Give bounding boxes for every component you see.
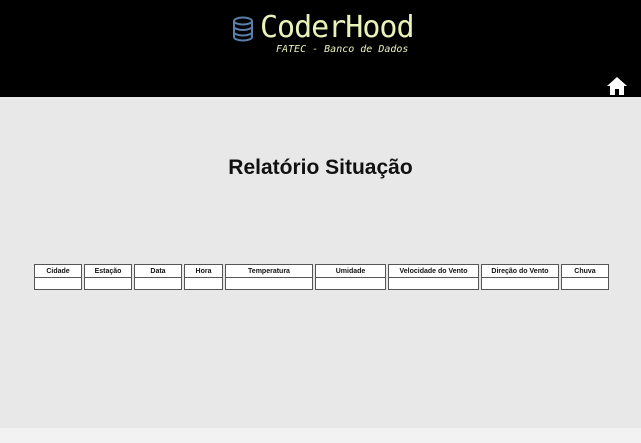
- table-cell: [561, 278, 609, 290]
- report-table: Cidade Estação Data Hora Temperatura Umi…: [32, 264, 611, 290]
- page-title: Relatório Situação: [228, 156, 413, 179]
- table-cell: [481, 278, 559, 290]
- column-header-data: Data: [134, 264, 182, 278]
- database-icon: [233, 16, 253, 42]
- column-header-direcao-vento: Direção do Vento: [481, 264, 559, 278]
- logo-title: CoderHood: [260, 10, 415, 45]
- table-cell: [388, 278, 479, 290]
- column-header-estacao: Estação: [84, 264, 132, 278]
- table-cell: [225, 278, 313, 290]
- home-icon[interactable]: [606, 76, 628, 96]
- column-header-hora: Hora: [184, 264, 223, 278]
- table-cell: [184, 278, 223, 290]
- logo-subtitle: FATEC - Banco de Dados: [276, 44, 409, 55]
- main-content: Relatório Situação Cidade Estação Data H…: [0, 97, 641, 428]
- column-header-chuva: Chuva: [561, 264, 609, 278]
- column-header-cidade: Cidade: [34, 264, 82, 278]
- column-header-temperatura: Temperatura: [225, 264, 313, 278]
- header: CoderHood FATEC - Banco de Dados: [0, 0, 641, 97]
- table-cell: [315, 278, 386, 290]
- table-header-row: Cidade Estação Data Hora Temperatura Umi…: [34, 264, 609, 278]
- table-cell: [34, 278, 82, 290]
- table-cell: [134, 278, 182, 290]
- table-cell: [84, 278, 132, 290]
- logo: CoderHood FATEC - Banco de Dados: [232, 10, 415, 58]
- column-header-velocidade-vento: Velocidade do Vento: [388, 264, 479, 278]
- table-row: [34, 278, 609, 290]
- column-header-umidade: Umidade: [315, 264, 386, 278]
